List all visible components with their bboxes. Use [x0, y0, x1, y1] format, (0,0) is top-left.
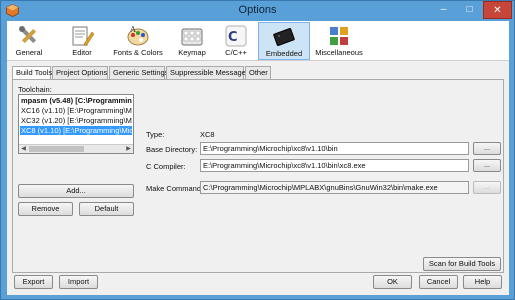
scroll-left-icon[interactable]: ◀: [19, 145, 28, 153]
make-command-label: Make Command:: [146, 184, 204, 193]
base-directory-browse-button[interactable]: ...: [473, 142, 501, 155]
misc-grid-icon: [330, 27, 348, 45]
type-label: Type:: [146, 130, 165, 139]
toolchain-item-xc8[interactable]: XC8 (v1.10) [E:\Programming\Microch: [20, 126, 132, 135]
c-compiler-browse-button[interactable]: ...: [473, 159, 501, 172]
scroll-thumb[interactable]: [29, 146, 84, 152]
maximize-button[interactable]: □: [457, 1, 482, 19]
category-toolbar: General Editor A Fonts & Colors Keymap C…: [7, 21, 509, 61]
export-button[interactable]: Export: [14, 275, 53, 289]
category-editor[interactable]: Editor: [63, 22, 101, 60]
import-button[interactable]: Import: [59, 275, 98, 289]
toolchain-label: Toolchain:: [18, 85, 52, 94]
cancel-button[interactable]: Cancel: [419, 275, 458, 289]
category-keymap[interactable]: Keymap: [171, 22, 213, 60]
tab-suppressible-messages[interactable]: Suppressible Messages: [166, 66, 250, 79]
category-label: Fonts & Colors: [113, 48, 163, 57]
c-compiler-field[interactable]: E:\Programming\Microchip\xc8\v1.10\bin\x…: [200, 159, 469, 172]
category-fonts-colors[interactable]: A Fonts & Colors: [108, 22, 168, 60]
toolchain-item-mpasm[interactable]: mpasm (v5.48) [C:\Programming: [20, 96, 132, 105]
editor-pencil-icon: [72, 26, 94, 47]
options-window: Options ‒ □ ✕ General Editor A Fonts & C…: [0, 0, 515, 300]
base-directory-label: Base Directory:: [146, 145, 198, 154]
default-toolchain-button[interactable]: Default: [79, 202, 134, 216]
category-general[interactable]: General: [9, 22, 49, 60]
category-miscellaneous[interactable]: Miscellaneous: [312, 22, 366, 60]
close-button[interactable]: ✕: [483, 1, 512, 19]
toolchain-list[interactable]: mpasm (v5.48) [C:\Programming XC16 (v1.1…: [18, 94, 134, 154]
ok-button[interactable]: OK: [373, 275, 412, 289]
category-label: General: [15, 48, 43, 57]
toolchain-item-xc16[interactable]: XC16 (v1.10) [E:\Programming\Micro: [20, 106, 132, 115]
title-bar[interactable]: Options ‒ □ ✕: [1, 1, 514, 21]
toolchain-item-xc32[interactable]: XC32 (v1.20) [E:\Programming\Micro: [20, 116, 132, 125]
category-label: Editor: [72, 48, 92, 57]
keyboard-icon: [181, 28, 203, 46]
tab-generic-settings[interactable]: Generic Settings: [109, 66, 168, 79]
svg-text:A: A: [129, 25, 136, 34]
tab-project-options[interactable]: Project Options: [52, 66, 108, 79]
base-directory-field[interactable]: E:\Programming\Microchip\xc8\v1.10\bin: [200, 142, 469, 155]
category-label: Embedded: [265, 49, 303, 58]
wrench-screwdriver-icon: [19, 26, 37, 44]
type-value: XC8: [200, 130, 215, 139]
make-command-field[interactable]: C:\Programming\Microchip\MPLABX\gnuBins\…: [200, 181, 469, 194]
svg-text:C: C: [228, 30, 238, 45]
tab-build-tools[interactable]: Build Tools: [12, 66, 52, 80]
dialog-body: General Editor A Fonts & Colors Keymap C…: [7, 21, 509, 295]
scan-build-tools-button[interactable]: Scan for Build Tools: [423, 257, 501, 271]
scroll-right-icon[interactable]: ▶: [124, 145, 133, 153]
c-language-icon: C: [225, 25, 247, 47]
category-label: Miscellaneous: [315, 48, 363, 57]
chip-icon: [273, 28, 295, 46]
remove-toolchain-button[interactable]: Remove: [18, 202, 73, 216]
tab-other[interactable]: Other: [245, 66, 271, 79]
minimize-button[interactable]: ‒: [431, 1, 456, 19]
category-label: Keymap: [178, 48, 206, 57]
category-c-cpp[interactable]: C C/C++: [218, 22, 254, 60]
help-button[interactable]: Help: [463, 275, 502, 289]
category-label: C/C++: [225, 48, 247, 57]
category-embedded[interactable]: Embedded: [258, 22, 310, 60]
add-toolchain-button[interactable]: Add...: [18, 184, 134, 198]
toolchain-hscrollbar[interactable]: ◀ ▶: [19, 144, 133, 153]
palette-icon: A: [127, 25, 149, 46]
make-command-browse-button[interactable]: ...: [473, 181, 501, 194]
c-compiler-label: C Compiler:: [146, 162, 186, 171]
build-tools-panel: Toolchain: mpasm (v5.48) [C:\Programming…: [12, 79, 504, 273]
